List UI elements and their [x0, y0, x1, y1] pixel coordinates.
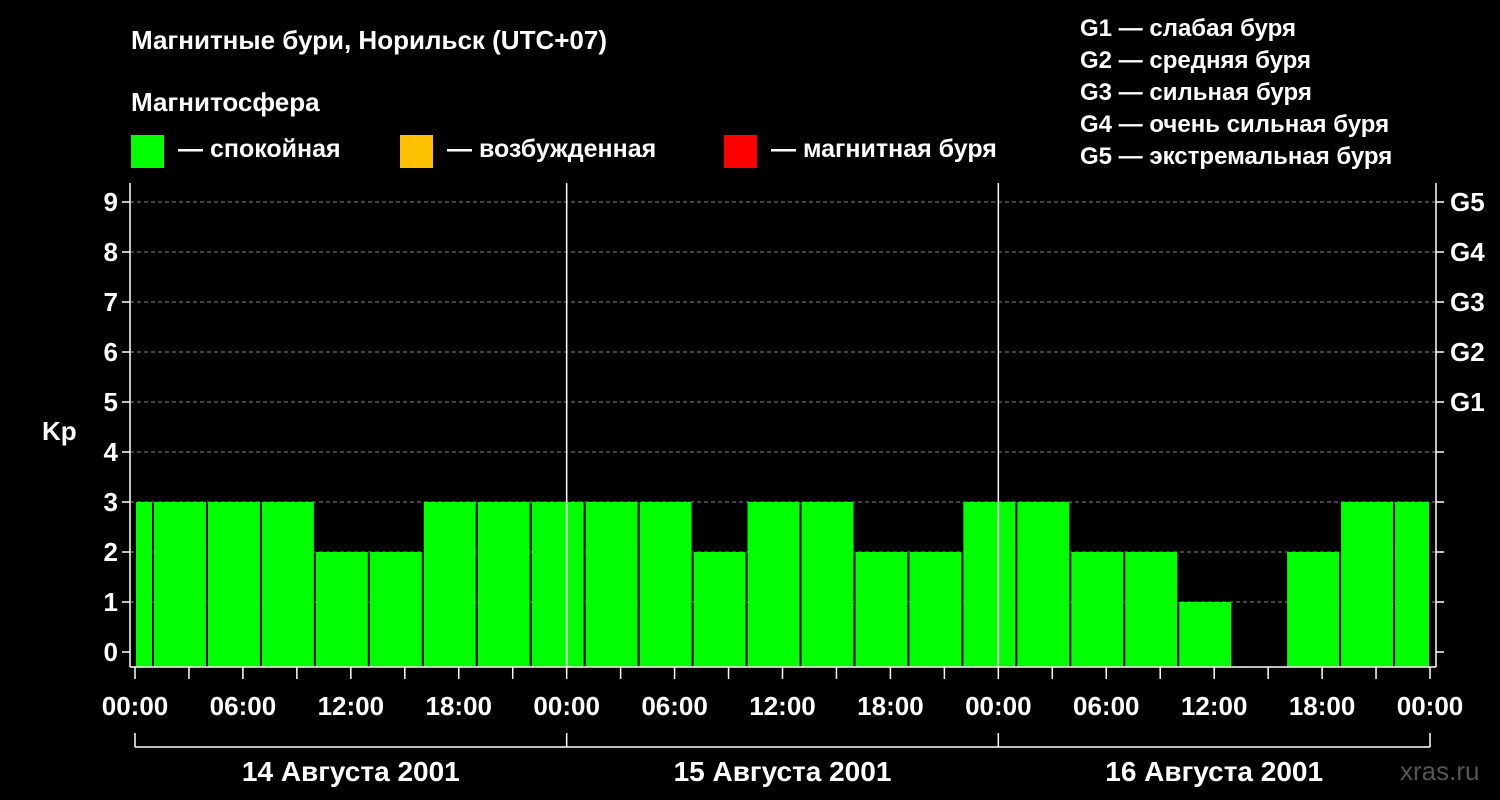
- kp-bar: [693, 552, 746, 667]
- day-label: 16 Августа 2001: [1105, 756, 1323, 787]
- kp-bar: [423, 502, 476, 667]
- y-tick-label: 2: [104, 537, 118, 567]
- kp-bar: [207, 502, 260, 667]
- y-tick-label: 6: [104, 337, 118, 367]
- y-tick-label: 9: [104, 187, 118, 217]
- x-tick-label: 06:00: [1073, 691, 1140, 721]
- x-tick-label: 18:00: [1289, 691, 1356, 721]
- y-tick-label: 3: [104, 487, 118, 517]
- y-tick-label: 0: [104, 637, 118, 667]
- kp-bar: [1017, 502, 1070, 667]
- x-tick-label: 18:00: [426, 691, 493, 721]
- kp-bar: [639, 502, 692, 667]
- kp-bar: [136, 502, 152, 667]
- x-tick-label: 00:00: [533, 691, 600, 721]
- kp-bar: [531, 502, 584, 667]
- kp-bar: [1179, 602, 1232, 667]
- x-tick-label: 06:00: [641, 691, 708, 721]
- day-label: 14 Августа 2001: [242, 756, 460, 787]
- y-tick-label: 7: [104, 287, 118, 317]
- x-tick-label: 12:00: [318, 691, 385, 721]
- kp-bar: [477, 502, 530, 667]
- g-level-label: G5: [1450, 187, 1485, 217]
- g-level-label: G4: [1450, 237, 1485, 267]
- y-tick-label: 4: [104, 437, 119, 467]
- kp-bar: [747, 502, 800, 667]
- day-label: 15 Августа 2001: [674, 756, 892, 787]
- y-tick-label: 1: [104, 587, 118, 617]
- x-tick-label: 18:00: [857, 691, 924, 721]
- x-tick-label: 12:00: [1181, 691, 1248, 721]
- kp-bar: [1395, 502, 1429, 667]
- g-level-label: G2: [1450, 337, 1485, 367]
- kp-bar: [153, 502, 206, 667]
- kp-bar: [1125, 552, 1178, 667]
- kp-chart: 0 1 2 3 4 5 6 7 8 9 G1 G2 G3 G4 G5 00:00 06:00 12:00 18:00…: [102, 183, 1485, 787]
- x-tick-label: 00:00: [965, 691, 1032, 721]
- kp-bar: [315, 552, 368, 667]
- g-level-label: G3: [1450, 287, 1485, 317]
- x-tick-label: 06:00: [210, 691, 277, 721]
- kp-bar: [801, 502, 854, 667]
- kp-bar: [1341, 502, 1394, 667]
- kp-bar: [855, 552, 908, 667]
- kp-bar: [1071, 552, 1124, 667]
- kp-bar: [585, 502, 638, 667]
- y-tick-label: 8: [104, 237, 118, 267]
- g-level-label: G1: [1450, 387, 1485, 417]
- x-tick-label: 12:00: [749, 691, 816, 721]
- kp-bar: [1287, 552, 1340, 667]
- kp-bar: [261, 502, 314, 667]
- kp-bar: [369, 552, 422, 667]
- x-tick-label: 00:00: [1397, 691, 1464, 721]
- x-tick-label: 00:00: [102, 691, 169, 721]
- kp-bar: [909, 552, 962, 667]
- y-tick-label: 5: [104, 387, 118, 417]
- kp-bar: [963, 502, 1016, 667]
